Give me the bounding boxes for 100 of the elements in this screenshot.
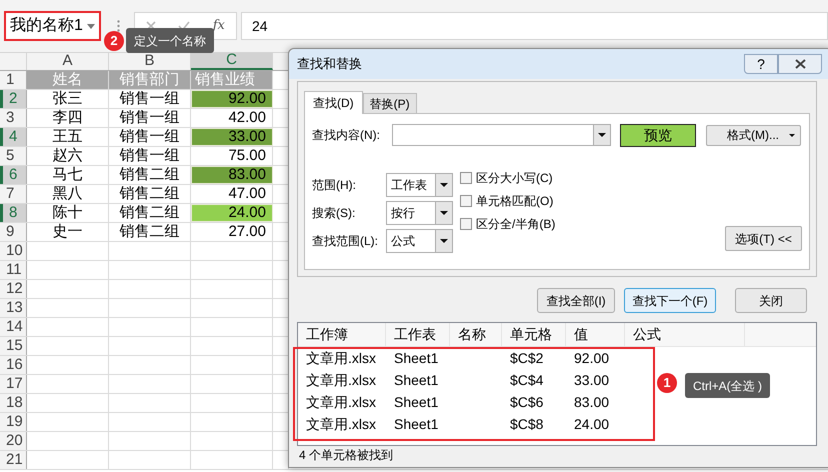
table-cell: 75.00	[191, 147, 273, 165]
table-cell: 黑八	[27, 185, 109, 203]
column-header[interactable]: 名称	[450, 323, 502, 346]
row-header[interactable]: 13	[0, 299, 27, 317]
caret-icon	[87, 24, 95, 28]
table-cell-text: 24.00	[573, 414, 610, 434]
row-header[interactable]: 3	[0, 109, 27, 127]
row-header[interactable]: 7	[0, 185, 27, 203]
table-cell-text: 83.00	[573, 392, 610, 412]
check-icon[interactable]	[178, 21, 190, 31]
field-label: 范围(H):	[312, 177, 357, 194]
caret-icon	[440, 183, 448, 187]
row-header[interactable]: 10	[0, 242, 27, 260]
table-cell: 83.00	[191, 166, 273, 184]
dialog-button[interactable]: 查找全部(I)	[537, 288, 615, 313]
row-header[interactable]: 5	[0, 147, 27, 165]
tooltip: 定义一个名称	[126, 28, 214, 53]
caret-icon	[440, 239, 448, 243]
table-cell-text: $C$8	[509, 414, 544, 434]
row-header[interactable]: 8	[0, 204, 27, 222]
row-header[interactable]: 2	[0, 90, 27, 108]
checkbox[interactable]	[460, 218, 472, 230]
field-label: 查找内容(N):	[312, 127, 381, 144]
row-header[interactable]: 15	[0, 337, 27, 355]
column-header[interactable]: C	[191, 53, 273, 70]
table-cell-text: Sheet1	[393, 348, 440, 368]
checkbox-label: 区分大小写(C)	[476, 170, 553, 187]
table-cell-text: 文章用.xlsx	[305, 392, 377, 412]
row-header[interactable]: 11	[0, 261, 27, 279]
table-cell-text: 33.00	[573, 370, 610, 390]
caret-icon	[440, 211, 448, 215]
column-header[interactable]: 单元格	[502, 323, 566, 346]
table-cell: 24.00	[191, 204, 273, 222]
column-header[interactable]: 工作表	[386, 323, 450, 346]
tab[interactable]: 查找(D)	[304, 91, 363, 114]
dialog-button[interactable]: 关闭	[735, 288, 807, 313]
row-header[interactable]: 20	[0, 432, 27, 450]
column-header[interactable]: 工作簿	[298, 323, 386, 346]
table-cell-text: 92.00	[573, 348, 610, 368]
row-header[interactable]: 17	[0, 375, 27, 393]
row-header[interactable]: 4	[0, 128, 27, 146]
preview-button[interactable]: 预览	[620, 124, 696, 146]
table-cell: 史一	[27, 223, 109, 241]
table-cell: 马七	[27, 166, 109, 184]
checkbox[interactable]	[460, 172, 472, 184]
close-icon	[794, 59, 806, 69]
checkbox-label: 单元格匹配(O)	[476, 193, 554, 210]
table-cell: 销售一组	[109, 109, 191, 127]
function-button[interactable]: fx	[212, 16, 225, 36]
row-header[interactable]: 21	[0, 451, 27, 469]
checkbox[interactable]	[460, 195, 472, 207]
table-cell: 销售一组	[109, 147, 191, 165]
caret-icon	[789, 134, 795, 136]
tab[interactable]: 替换(P)	[362, 93, 417, 113]
row-header[interactable]: 9	[0, 223, 27, 241]
checkbox-label: 区分全/半角(B)	[476, 216, 556, 233]
row-header[interactable]: 12	[0, 280, 27, 298]
dialog-title: 查找和替换	[297, 55, 362, 74]
table-cell: 92.00	[191, 90, 273, 108]
column-header[interactable]: A	[27, 53, 109, 70]
table-cell: 王五	[27, 128, 109, 146]
dropdown[interactable]: 公式	[386, 229, 453, 253]
table-cell: 47.00	[191, 185, 273, 203]
row-header[interactable]: 18	[0, 394, 27, 412]
table-cell-text: $C$6	[509, 392, 544, 412]
column-heading: 销售部门	[109, 71, 191, 89]
table-cell: 33.00	[191, 128, 273, 146]
column-header[interactable]: 值	[566, 323, 625, 346]
table-cell-text: 文章用.xlsx	[305, 370, 377, 390]
table-cell-text: Sheet1	[393, 370, 440, 390]
dialog-button[interactable]: 查找下一个(F)	[624, 288, 716, 313]
table-cell: 李四	[27, 109, 109, 127]
column-header[interactable]: 公式	[625, 323, 745, 346]
table-cell: 销售二组	[109, 223, 191, 241]
table-cell-text: Sheet1	[393, 392, 440, 412]
table-cell: 陈十	[27, 204, 109, 222]
table-cell-text: 文章用.xlsx	[305, 414, 377, 434]
table-cell-text: $C$2	[509, 348, 544, 368]
dropdown[interactable]: 工作表	[386, 173, 453, 197]
formula-field[interactable]: 24	[241, 12, 828, 40]
row-header[interactable]: 14	[0, 318, 27, 336]
table-cell: 27.00	[191, 223, 273, 241]
table-cell-text: 文章用.xlsx	[305, 348, 377, 368]
row-header[interactable]: 16	[0, 356, 27, 374]
help-button[interactable]: ?	[744, 54, 778, 74]
dropdown[interactable]: 按行	[386, 201, 453, 225]
status-text: 4 个单元格被找到	[298, 447, 394, 464]
name-box[interactable]: 我的名称1	[4, 11, 101, 41]
row-header[interactable]: 19	[0, 413, 27, 431]
format-button[interactable]: 格式(M)...	[706, 124, 801, 146]
table-cell: 赵六	[27, 147, 109, 165]
close-button[interactable]	[778, 54, 822, 74]
caret-icon	[598, 133, 606, 137]
find-field[interactable]	[392, 124, 611, 146]
options-button[interactable]: 选项(T) <<	[725, 226, 802, 251]
row-header[interactable]: 6	[0, 166, 27, 184]
field-label: 查找范围(L):	[312, 233, 379, 250]
row-header[interactable]: 1	[0, 71, 27, 89]
table-cell: 销售二组	[109, 185, 191, 203]
field-label: 搜索(S):	[312, 205, 356, 222]
